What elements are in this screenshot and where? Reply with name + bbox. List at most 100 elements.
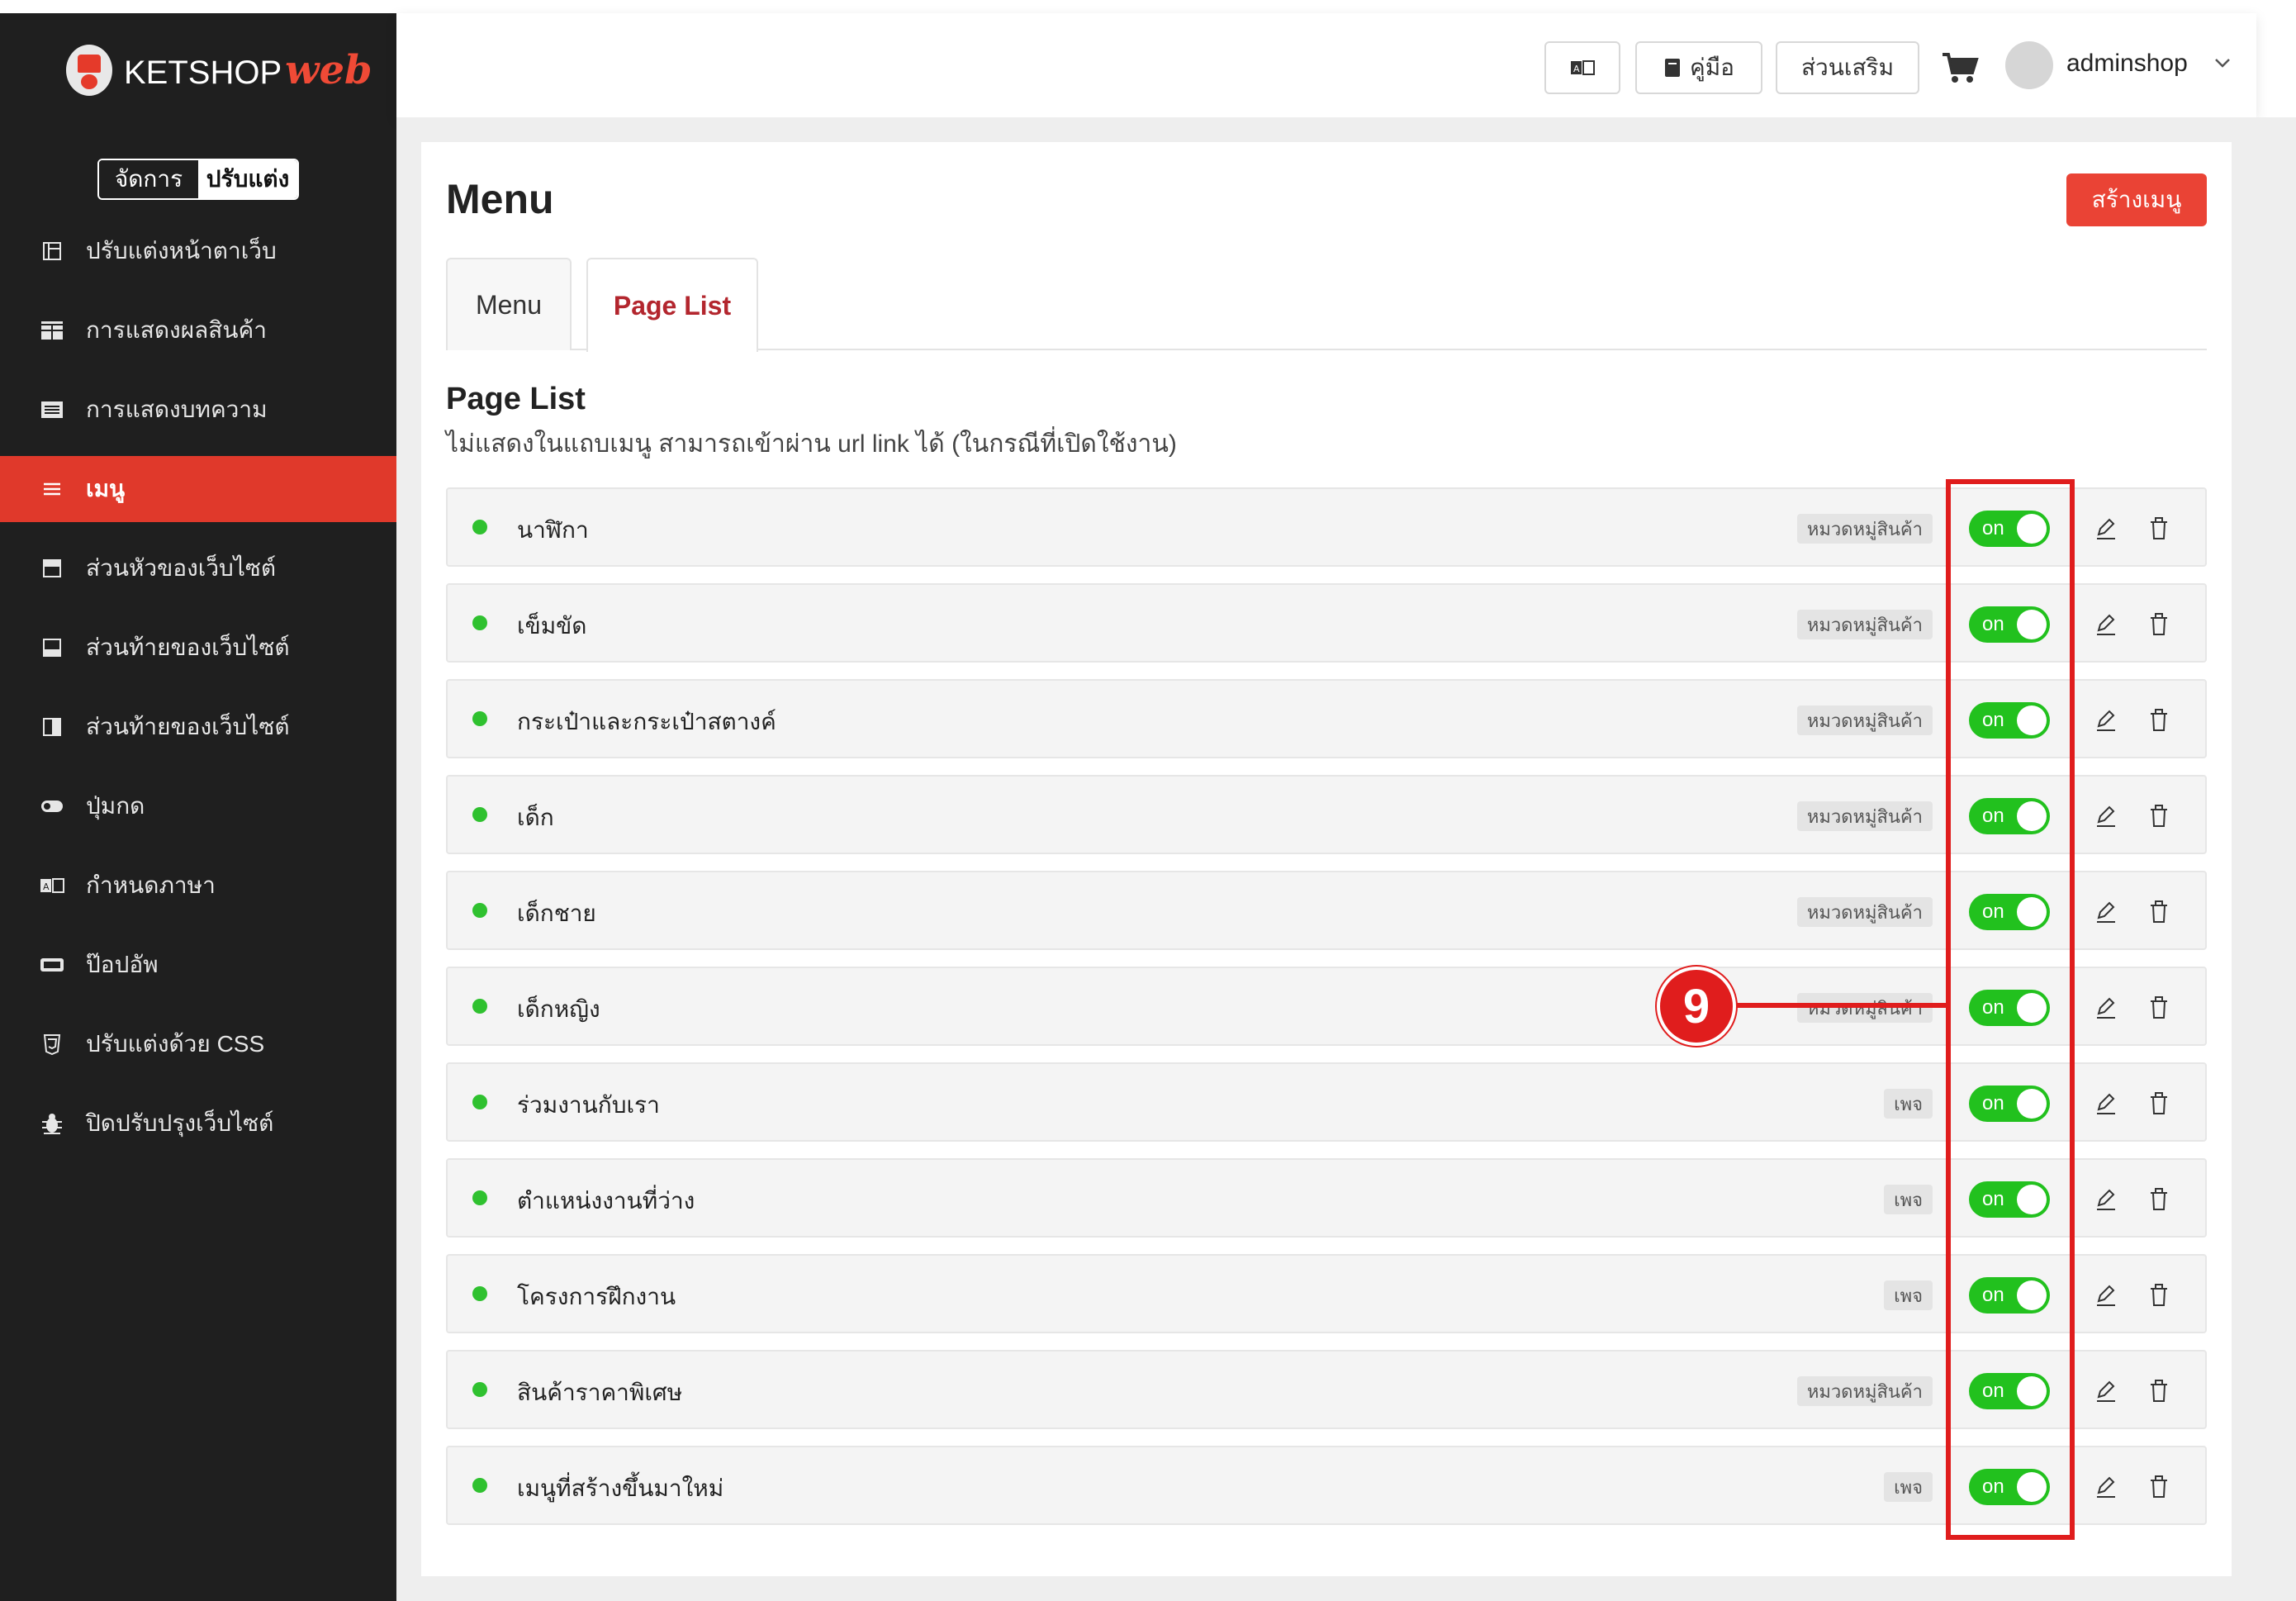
edit-icon[interactable] (2090, 704, 2123, 737)
layout-icon (40, 239, 64, 264)
sidebar-item-customize-look[interactable]: ปรับแต่งหน้าตาเว็บ (0, 218, 396, 284)
footer-icon (40, 635, 64, 660)
book-icon (1664, 59, 1680, 77)
mode-customize-button[interactable]: ปรับแต่ง (198, 160, 297, 198)
brand-name: KETSHOP (124, 55, 282, 91)
create-menu-button[interactable]: สร้างเมนู (2066, 173, 2207, 226)
annotation-callout-line (1733, 1003, 1947, 1008)
brand-logo[interactable]: KETSHOPweb (66, 41, 372, 99)
cart-icon[interactable] (1941, 51, 1979, 84)
grid-icon (40, 318, 64, 343)
top-bar: A คู่มือ ส่วนเสริม adminshop (396, 13, 2256, 117)
list-item: ตำแหน่งงานที่ว่าง เพจ on (446, 1158, 2207, 1238)
type-badge: หมวดหมู่สินค้า (1796, 897, 1933, 927)
sidebar-item-label: ส่วนท้ายของเว็บไซต์ (86, 714, 290, 739)
sidebar-item-site-footer[interactable]: ส่วนท้ายของเว็บไซต์ (0, 615, 396, 681)
list-item: ร่วมงานกับเรา เพจ on (446, 1062, 2207, 1142)
status-dot-icon (472, 711, 487, 726)
tab-page-list[interactable]: Page List (586, 258, 758, 352)
trash-icon[interactable] (2142, 991, 2175, 1024)
list-item: โครงการฝึกงาน เพจ on (446, 1254, 2207, 1333)
trash-icon[interactable] (2142, 1183, 2175, 1216)
annotation-highlight-box (1946, 479, 2075, 1540)
list-item: กระเป๋าและกระเป๋าสตางค์ หมวดหมู่สินค้า o… (446, 679, 2207, 758)
language-switch-button[interactable]: A (1544, 41, 1620, 94)
status-dot-icon (472, 903, 487, 918)
sidebar: KETSHOPweb จัดการ ปรับแต่ง ปรับแต่งหน้าต… (0, 13, 396, 1601)
sidebar-item-label: เมนู (86, 476, 126, 501)
edit-icon[interactable] (2090, 800, 2123, 833)
list-item-label: เมนูที่สร้างขึ้นมาใหม่ (517, 1475, 724, 1501)
trash-icon[interactable] (2142, 704, 2175, 737)
edit-icon[interactable] (2090, 896, 2123, 929)
header-icon (40, 556, 64, 581)
edit-icon[interactable] (2090, 1183, 2123, 1216)
edit-icon[interactable] (2090, 1375, 2123, 1408)
sidebar-item-label: ส่วนหัวของเว็บไซต์ (86, 555, 277, 581)
mode-manage-button[interactable]: จัดการ (99, 160, 198, 198)
sidebar-item-label: การแสดงบทความ (86, 397, 268, 422)
trash-icon[interactable] (2142, 896, 2175, 929)
list-item-label: เด็กหญิง (517, 996, 600, 1022)
svg-text:A: A (43, 881, 50, 892)
list-item: เด็กชาย หมวดหมู่สินค้า on (446, 871, 2207, 950)
edit-icon[interactable] (2090, 608, 2123, 641)
username[interactable]: adminshop (2066, 50, 2188, 78)
list-item-label: เด็ก (517, 805, 554, 830)
sidebar-item-site-header[interactable]: ส่วนหัวของเว็บไซต์ (0, 535, 396, 601)
sidebar-item-product-display[interactable]: การแสดงผลสินค้า (0, 297, 396, 363)
sidebar-item-popup[interactable]: ป๊อปอัพ (0, 932, 396, 998)
menu-icon (40, 477, 64, 501)
addons-button-label: ส่วนเสริม (1800, 55, 1895, 80)
type-badge: หมวดหมู่สินค้า (1796, 610, 1933, 639)
type-badge: เพจ (1884, 1472, 1933, 1502)
sidebar-nav: ปรับแต่งหน้าตาเว็บ การแสดงผลสินค้า การแส… (0, 218, 396, 1170)
sidebar-item-label: การแสดงผลสินค้า (86, 317, 267, 343)
edit-icon[interactable] (2090, 1470, 2123, 1504)
bug-icon (40, 1111, 64, 1136)
mode-toggle: จัดการ ปรับแต่ง (97, 159, 299, 200)
list-item-label: กระเป๋าและกระเป๋าสตางค์ (517, 709, 776, 734)
sidebar-item-language[interactable]: A กำหนดภาษา (0, 853, 396, 919)
trash-icon[interactable] (2142, 1279, 2175, 1312)
sidebar-item-label: ส่วนท้ายของเว็บไซต์ (86, 634, 290, 660)
manual-button[interactable]: คู่มือ (1635, 41, 1762, 94)
sidebar-item-custom-css[interactable]: ปรับแต่งด้วย CSS (0, 1011, 396, 1077)
sidebar-item-maintenance[interactable]: ปิดปรับปรุงเว็บไซต์ (0, 1090, 396, 1157)
type-badge: เพจ (1884, 1089, 1933, 1119)
sidebar-item-menu[interactable]: เมนู (0, 456, 396, 522)
type-badge: เพจ (1884, 1185, 1933, 1214)
status-dot-icon (472, 1286, 487, 1301)
type-badge: หมวดหมู่สินค้า (1796, 1376, 1933, 1406)
sidebar-item-site-sidebar[interactable]: ส่วนท้ายของเว็บไซต์ (0, 694, 396, 760)
list-item-label: เด็กชาย (517, 900, 596, 926)
tab-menu[interactable]: Menu (446, 258, 572, 350)
list-item-label: สินค้าราคาพิเศษ (517, 1380, 683, 1405)
type-badge: หมวดหมู่สินค้า (1796, 801, 1933, 831)
edit-icon[interactable] (2090, 512, 2123, 545)
list-item-label: เข็มขัด (517, 613, 587, 639)
trash-icon[interactable] (2142, 800, 2175, 833)
addons-button[interactable]: ส่วนเสริม (1776, 41, 1919, 94)
trash-icon[interactable] (2142, 608, 2175, 641)
trash-icon[interactable] (2142, 1087, 2175, 1120)
status-dot-icon (472, 615, 487, 630)
trash-icon[interactable] (2142, 512, 2175, 545)
list-item: สินค้าราคาพิเศษ หมวดหมู่สินค้า on (446, 1350, 2207, 1429)
edit-icon[interactable] (2090, 991, 2123, 1024)
edit-icon[interactable] (2090, 1279, 2123, 1312)
trash-icon[interactable] (2142, 1470, 2175, 1504)
avatar[interactable] (2005, 41, 2053, 89)
svg-text:A: A (1573, 64, 1580, 74)
chevron-down-icon[interactable] (2213, 51, 2232, 74)
edit-icon[interactable] (2090, 1087, 2123, 1120)
list-item: เด็ก หมวดหมู่สินค้า on (446, 775, 2207, 854)
sidebar-item-buttons[interactable]: ปุ่มกด (0, 773, 396, 839)
status-dot-icon (472, 807, 487, 822)
type-badge: เพจ (1884, 1280, 1933, 1310)
page-title: Menu (446, 176, 554, 222)
status-dot-icon (472, 999, 487, 1014)
trash-icon[interactable] (2142, 1375, 2175, 1408)
sidebar-item-article-display[interactable]: การแสดงบทความ (0, 377, 396, 443)
sidebar-item-label: กำหนดภาษา (86, 872, 216, 898)
